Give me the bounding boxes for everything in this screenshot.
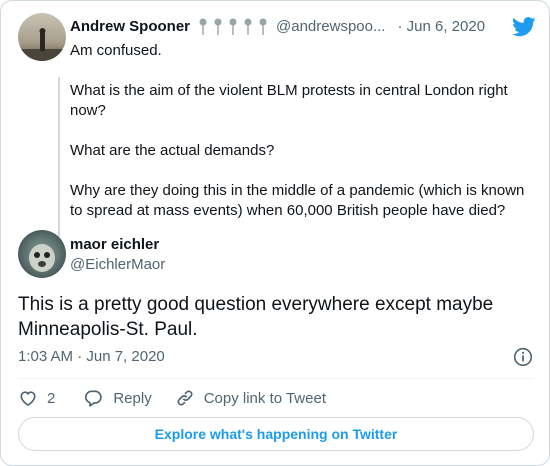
tweet-actions: 2 Reply Copy link to Tweet [18, 387, 326, 409]
pin-icon [199, 18, 207, 35]
reply-icon [85, 390, 103, 407]
parent-author-name[interactable]: Andrew Spooner [70, 17, 190, 37]
tweet-embed-card: Andrew Spooner @andrewspoo... · Jun 6, 2… [0, 0, 550, 466]
parent-paragraph: What are the actual demands? [70, 142, 275, 159]
author-handle[interactable]: @EichlerMaor [70, 255, 165, 275]
author-name[interactable]: maor eichler [70, 235, 159, 255]
reply-button[interactable]: Reply [83, 388, 152, 408]
pin-icon [259, 18, 267, 35]
parent-date[interactable]: · Jun 6, 2020 [397, 17, 485, 37]
parent-date-text: Jun 6, 2020 [406, 18, 486, 35]
thread-line [58, 77, 60, 237]
pin-icon [229, 18, 237, 35]
divider [18, 378, 534, 379]
copy-link-label: Copy link to Tweet [203, 389, 326, 407]
parent-avatar[interactable] [18, 13, 66, 61]
tweet-timestamp[interactable]: 1:03 AM · Jun 7, 2020 [18, 347, 165, 367]
link-icon [177, 390, 193, 406]
info-icon[interactable] [513, 347, 533, 367]
copy-link-button[interactable]: Copy link to Tweet [175, 388, 326, 408]
parent-tweet-text: Am confused. What is the aim of the viol… [70, 41, 540, 221]
twitter-bird-icon[interactable] [512, 17, 536, 37]
reply-label: Reply [113, 389, 152, 407]
author-avatar[interactable] [18, 230, 66, 278]
parent-header: Andrew Spooner @andrewspoo... · Jun 6, 2… [70, 17, 536, 37]
like-button[interactable]: 2 [18, 388, 55, 408]
tweet-text: This is a pretty good question everywher… [18, 294, 494, 340]
parent-paragraph: Am confused. [70, 42, 162, 59]
pin-emoji-group [198, 18, 268, 36]
parent-paragraph: Why are they doing this in the middle of… [70, 182, 525, 219]
explore-button[interactable]: Explore what's happening on Twitter [18, 417, 534, 451]
pin-icon [244, 18, 252, 35]
parent-paragraph: What is the aim of the violent BLM prote… [70, 82, 508, 119]
heart-icon [20, 391, 36, 407]
pin-icon [214, 18, 222, 35]
parent-author-handle[interactable]: @andrewspoo... [276, 17, 385, 37]
like-count: 2 [47, 389, 56, 407]
date-separator: · [397, 18, 403, 35]
